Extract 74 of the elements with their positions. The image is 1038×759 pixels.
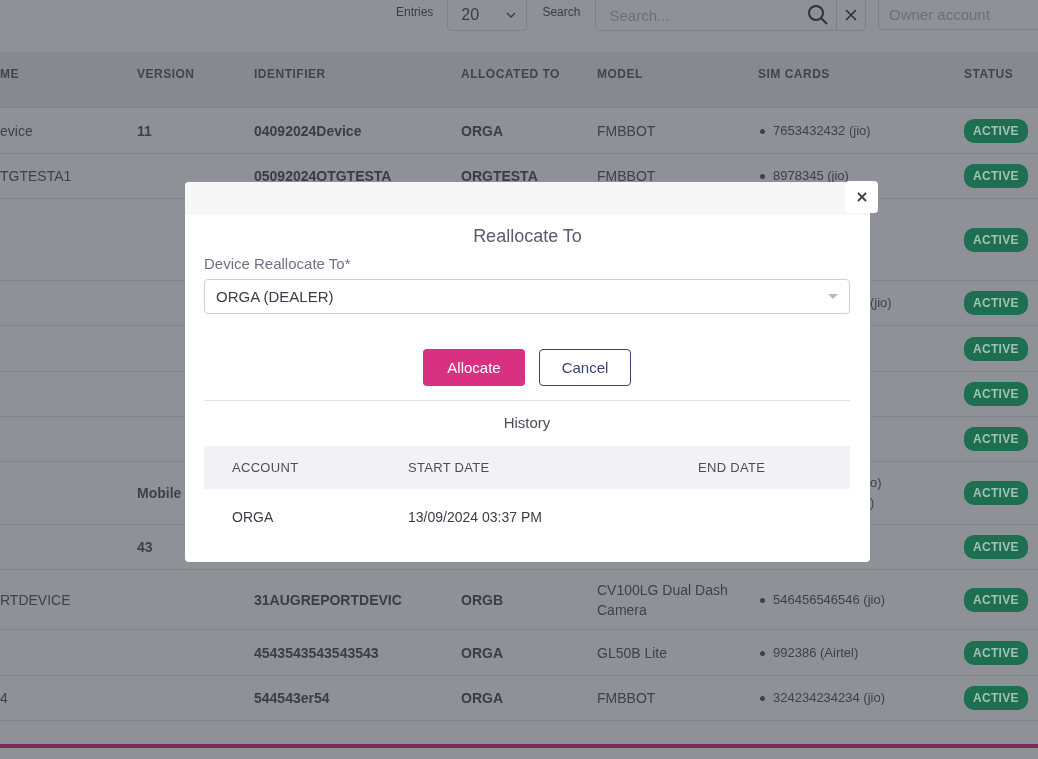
status-badge: ACTIVE [964,382,1028,406]
history-cell: 13/09/2024 03:37 PM [408,509,542,525]
device-name-cell: RTDEVICE [0,591,71,608]
field-label: Device Reallocate To* [204,255,352,272]
status-badge: ACTIVE [964,481,1028,505]
model-cell: FMBBOT [597,168,656,184]
allocate-button[interactable]: Allocate [423,349,525,386]
model-cell: GL50B Lite [597,644,668,661]
entries-label: Entries [396,5,434,19]
identifier-cell: 4543543543543543 [254,644,379,661]
sim-card-cell-text: 324234234234 (jio) [773,689,886,707]
column-header: MODEL [597,66,643,83]
sim-card-cell-text: 992386 (Airtel) [773,643,859,662]
bullet-icon [760,597,765,603]
sim-card-cell-text: 8978345 (jio) [773,167,849,185]
model-cell: FMBBOT [597,122,656,139]
column-header: ACCOUNT [232,460,299,475]
identifier-cell: 04092024Device [254,122,362,139]
identifier-cell: 05092024OTGTESTA [254,168,392,184]
close-icon [856,192,867,202]
sim-card-cell-text: 7653432432 (jio) [773,121,871,140]
status-badge: ACTIVE [964,587,1028,612]
search-label: Search [542,5,581,19]
bullet-icon [760,650,765,656]
status-badge: ACTIVE [964,427,1028,451]
version-cell: 11 [137,122,152,139]
status-badge: ACTIVE [964,686,1028,710]
search-icon[interactable] [807,4,830,26]
status-badge: ACTIVE [964,640,1028,665]
chevron-icon [506,12,517,18]
close-button[interactable] [845,181,878,213]
clear-button[interactable] [837,0,866,31]
close-icon [845,9,858,21]
sim-card-cell-text: o) [870,474,882,492]
identifier-cell: 544543er54 [254,690,330,706]
bullet-icon [760,128,765,134]
column-header: IDENTIFIER [254,66,326,83]
column-header: SIM CARDS [758,66,830,83]
history-title: History [502,414,552,431]
dialog-title: Reallocate To [472,226,583,247]
allocated-cell: ORGB [461,591,503,608]
sim-card-cell-text: (jio) [870,294,892,312]
caret-icon [828,294,838,299]
sim-card-cell-text: 546456546546 (jio) [773,590,886,609]
status-badge: ACTIVE [964,535,1028,559]
bullet-icon [760,696,765,701]
device-name-cell: 4 [0,690,8,706]
column-header: START DATE [408,460,490,475]
status-badge: ACTIVE [964,336,1028,361]
column-header: ALLOCATED TO [461,66,560,83]
status-badge: ACTIVE [964,118,1028,143]
history-cell: ORGA [232,509,274,525]
version-cell: 43 [137,539,153,555]
reallocate-select[interactable]: ORGA (DEALER) [204,279,850,314]
sim-card-cell-text: ) [870,494,875,512]
allocated-cell: ORGTESTA [461,168,538,184]
allocated-cell: ORGA [461,690,503,706]
column-header: VERSION [137,66,195,83]
model-cell: FMBBOT [597,690,656,706]
status-badge: ACTIVE [964,164,1028,188]
status-badge: ACTIVE [964,227,1028,252]
model-cell: CV100LG Dual Dash Camera [597,581,728,618]
allocated-cell: ORGA [461,644,503,661]
identifier-cell: 31AUGREPORTDEVIC [254,591,402,608]
column-header: STATUS [964,66,1014,83]
status-badge: ACTIVE [964,291,1028,315]
bullet-icon [760,174,765,179]
version-cell: Mobile [137,485,182,501]
column-header: ME [0,66,19,83]
cancel-button[interactable]: Cancel [539,349,631,386]
device-name-cell: TGTESTA1 [0,168,72,184]
allocated-cell: ORGA [461,122,503,139]
column-header: END DATE [698,460,766,475]
device-name-cell: evice [0,122,33,139]
